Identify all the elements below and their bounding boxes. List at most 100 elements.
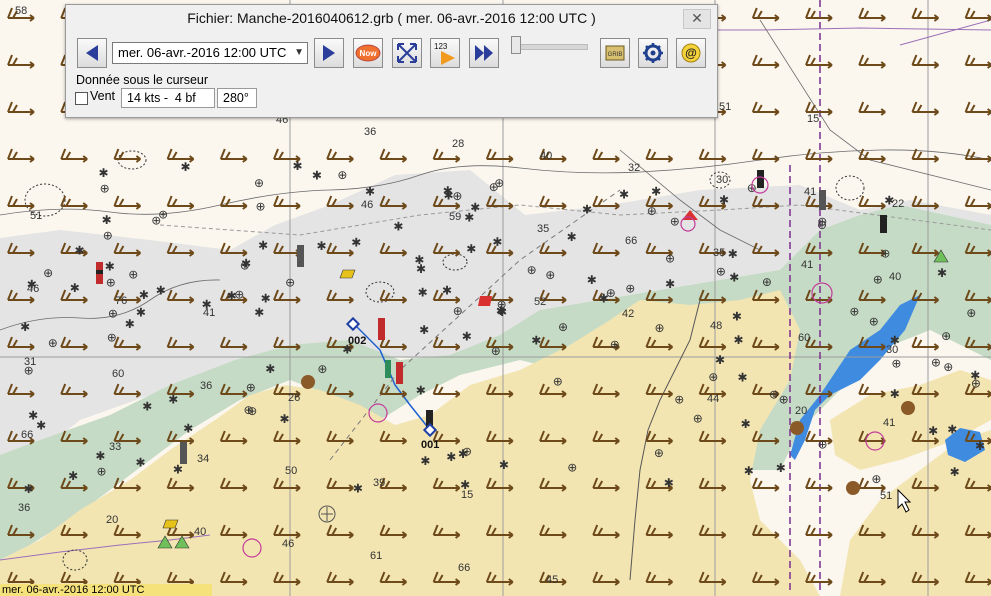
rock-symbol: ⊕ [100, 182, 110, 196]
depth-sounding: 32 [628, 162, 640, 174]
next-button[interactable] [314, 38, 344, 68]
airport-symbol [318, 505, 336, 523]
rock-symbol: ✱ [317, 239, 327, 253]
depth-sounding: 66 [625, 235, 637, 247]
rock-symbol: ✱ [665, 277, 675, 291]
rock-symbol: ⊕ [527, 263, 537, 277]
rock-symbol: ⊕ [317, 362, 327, 376]
rock-symbol: ✱ [280, 412, 290, 426]
gear-icon [643, 43, 663, 63]
zoom-fit-button[interactable] [392, 38, 422, 68]
rock-symbol: ⊕ [818, 437, 828, 451]
depth-sounding: 51 [30, 210, 42, 222]
depth-sounding: 22 [892, 198, 904, 210]
rock-symbol: ✱ [142, 399, 152, 413]
date-select[interactable]: mer. 06-avr.-2016 12:00 UTC ▼ [112, 42, 308, 64]
rock-symbol: ⊕ [779, 393, 789, 407]
rock-symbol: ⊕ [625, 281, 635, 295]
rock-symbol: ✱ [937, 266, 947, 280]
email-request-button[interactable]: @ [676, 38, 706, 68]
grib-files-button[interactable]: GRIB [600, 38, 630, 68]
rock-symbol: ✱ [416, 384, 426, 398]
rock-symbol: ⊕ [244, 403, 254, 417]
animate-button[interactable] [469, 38, 499, 68]
rock-symbol: ✱ [466, 242, 476, 256]
time-slider-thumb[interactable] [511, 36, 521, 54]
rock-symbol: ✱ [183, 422, 193, 436]
settings-button[interactable] [638, 38, 668, 68]
expand-arrows-icon [397, 43, 417, 63]
depth-sounding: 28 [452, 138, 464, 150]
rock-symbol: ✱ [125, 317, 135, 331]
rock-symbol: ✱ [587, 273, 597, 287]
rock-symbol: ⊕ [817, 218, 827, 232]
rock-symbol: ✱ [20, 320, 30, 334]
rock-symbol: ✱ [492, 235, 502, 249]
rock-symbol: ✱ [75, 244, 85, 258]
rock-symbol: ⊕ [491, 344, 501, 358]
depth-sounding: 41 [203, 307, 215, 319]
rock-symbol: ✱ [68, 469, 78, 483]
rock-symbol: ✱ [734, 333, 744, 347]
rock-symbol: ⊕ [670, 215, 680, 229]
at-sign-icon: @ [681, 43, 701, 63]
rock-symbol: ✱ [950, 465, 960, 479]
rock-symbol: ✱ [70, 281, 80, 295]
depth-sounding: 15 [461, 489, 473, 501]
rock-symbol: ✱ [312, 169, 322, 183]
numbers-label: 123 [434, 42, 448, 51]
grib-files-label: GRIB [608, 52, 623, 58]
rock-symbol: ⊕ [769, 388, 779, 402]
rock-symbol: ✱ [928, 424, 938, 438]
depth-sounding: 34 [197, 453, 209, 465]
rock-symbol: ✱ [418, 286, 428, 300]
depth-sounding: 66 [21, 429, 33, 441]
rock-symbol: ✱ [173, 463, 183, 477]
depth-sounding: 36 [18, 502, 30, 514]
rock-symbol: ⊕ [43, 266, 53, 280]
rock-symbol: ⊕ [558, 320, 568, 334]
rock-symbol: ✱ [741, 417, 751, 431]
rock-symbol: ✱ [738, 370, 748, 384]
rock-symbol: ✱ [420, 454, 430, 468]
depth-sounding: 48 [710, 320, 722, 332]
rock-symbol: ⊕ [665, 252, 675, 266]
rock-symbol: ⊕ [103, 229, 113, 243]
rock-symbol: ⊕ [871, 472, 881, 486]
depth-sounding: 36 [200, 380, 212, 392]
rock-symbol: ⊕ [285, 275, 295, 289]
depth-sounding: 26 [288, 392, 300, 404]
rock-symbol: ⊕ [256, 199, 266, 213]
arrow-right-icon [323, 45, 335, 61]
depth-sounding: 35 [713, 247, 725, 259]
rock-symbol: ✱ [393, 220, 403, 234]
depth-sounding: 45 [546, 574, 558, 586]
now-button[interactable]: Now [353, 38, 383, 68]
rock-symbol: ✱ [136, 306, 146, 320]
rock-symbol: ⊕ [891, 357, 901, 371]
cursor-data-label: Donnée sous le curseur [76, 73, 209, 87]
rock-symbol: ⊕ [240, 259, 250, 273]
rock-symbol: ⊕ [254, 176, 264, 190]
previous-button[interactable] [77, 38, 107, 68]
numbers-button[interactable]: 123 [430, 38, 460, 68]
rock-symbol: ⊕ [106, 275, 116, 289]
rock-symbol: ✱ [499, 458, 509, 472]
wind-checkbox[interactable] [75, 92, 88, 105]
rock-symbol: ✱ [24, 482, 34, 496]
wind-checkbox-label[interactable]: Vent [90, 89, 115, 103]
rock-symbol: ✱ [36, 418, 46, 432]
close-button[interactable]: ✕ [683, 9, 711, 29]
rock-symbol: ⊕ [545, 268, 555, 282]
time-slider-track[interactable] [511, 44, 588, 50]
rock-symbol: ✱ [728, 247, 738, 261]
rock-symbol: ⊕ [48, 336, 58, 350]
rock-symbol: ⊕ [610, 337, 620, 351]
numbers-icon: 123 [434, 42, 455, 65]
rock-symbol: ✱ [254, 305, 264, 319]
rock-symbol: ⊕ [880, 246, 890, 260]
depth-sounding: 35 [537, 223, 549, 235]
depth-sounding: 39 [373, 477, 385, 489]
depth-sounding: 41 [804, 186, 816, 198]
wind-speed-field: 14 kts - 4 bf [121, 88, 215, 108]
